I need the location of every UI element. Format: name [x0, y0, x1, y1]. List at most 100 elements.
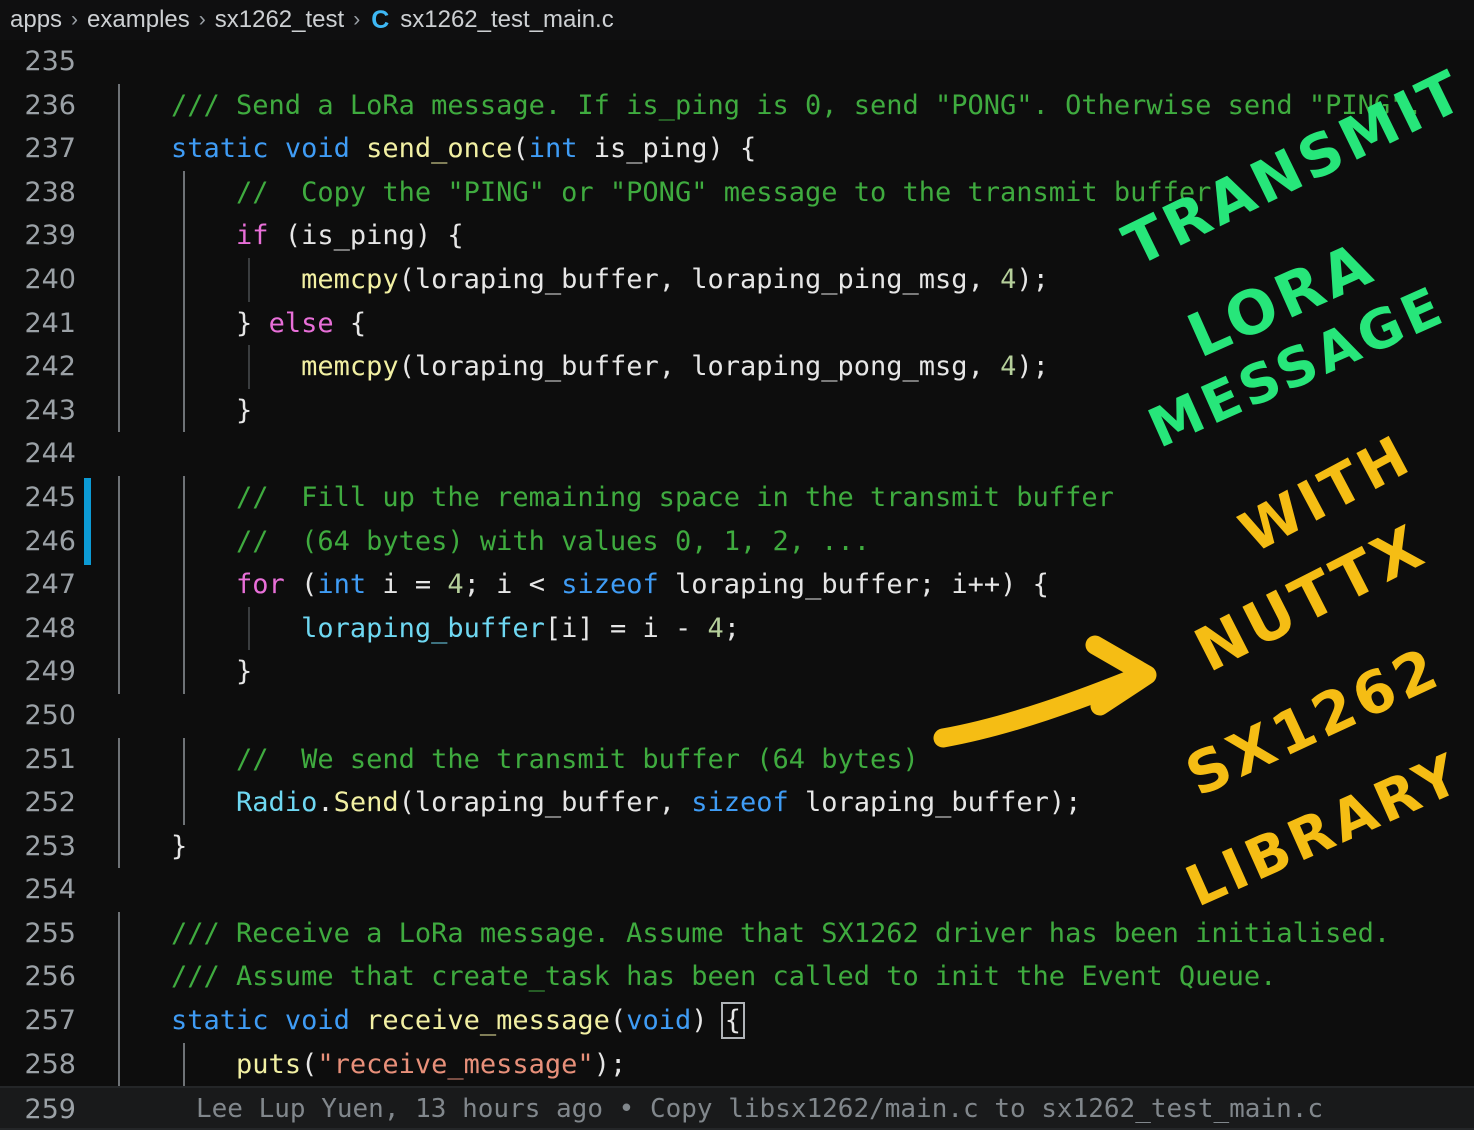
indent-guide	[183, 650, 185, 694]
indent-guide	[183, 520, 185, 564]
code-line[interactable]: 257 static void receive_message(void) {	[0, 999, 1474, 1043]
code-token: 4	[1000, 264, 1016, 295]
code-line[interactable]: 245 // Fill up the remaining space in th…	[0, 476, 1474, 520]
breadcrumb-item-sx1262_test[interactable]: sx1262_test	[215, 6, 344, 34]
breadcrumb-item-apps[interactable]: apps	[10, 6, 62, 34]
code-token: sizeof	[691, 787, 789, 818]
code-token: is_ping) {	[577, 133, 756, 164]
code-line[interactable]: 242 memcpy(loraping_buffer, loraping_pon…	[0, 345, 1474, 389]
code-line[interactable]: 254	[0, 868, 1474, 912]
line-number: 248	[0, 607, 76, 651]
code-line[interactable]: 250	[0, 694, 1474, 738]
code-line[interactable]: 259 Lee Lup Yuen, 13 hours ago • Copy lib…	[0, 1086, 1474, 1130]
code-text: }	[106, 389, 252, 433]
indent-guide	[118, 999, 120, 1043]
code-token: Send	[334, 787, 399, 818]
code-line[interactable]: 243 }	[0, 389, 1474, 433]
line-number: 242	[0, 345, 76, 389]
indent-guide	[183, 607, 185, 651]
code-token	[106, 613, 301, 644]
code-token: );	[1016, 264, 1049, 295]
indent-guide	[183, 1043, 185, 1087]
line-number: 236	[0, 84, 76, 128]
breadcrumb-separator-icon: ›	[199, 8, 206, 32]
indent-guide	[183, 563, 185, 607]
indent-guide	[118, 825, 120, 869]
code-text: /// Assume that create_task has been cal…	[106, 955, 1276, 999]
code-token: (	[285, 569, 318, 600]
line-number: 243	[0, 389, 76, 433]
code-line[interactable]: 256 /// Assume that create_task has been…	[0, 955, 1474, 999]
bracket-match-highlight: {	[724, 1005, 742, 1036]
code-line[interactable]: 249 }	[0, 650, 1474, 694]
code-text: for (int i = 4; i < sizeof loraping_buff…	[106, 563, 1049, 607]
code-token: puts	[236, 1049, 301, 1080]
c-file-icon: C	[371, 6, 389, 35]
code-token: )	[691, 1005, 724, 1036]
code-token: int	[529, 133, 578, 164]
indent-guide	[183, 389, 185, 433]
breadcrumb[interactable]: apps › examples › sx1262_test › C sx1262…	[0, 0, 1474, 40]
code-line[interactable]: 235	[0, 40, 1474, 84]
indent-guide	[183, 781, 185, 825]
line-number: 257	[0, 999, 76, 1043]
code-text: // Fill up the remaining space in the tr…	[106, 476, 1114, 520]
line-number: 253	[0, 825, 76, 869]
code-line[interactable]: 247 for (int i = 4; i < sizeof loraping_…	[0, 563, 1474, 607]
line-number: 255	[0, 912, 76, 956]
code-token: 4	[447, 569, 463, 600]
code-token: i =	[366, 569, 447, 600]
code-line[interactable]: 240 memcpy(loraping_buffer, loraping_pin…	[0, 258, 1474, 302]
indent-guide	[248, 345, 250, 389]
code-line[interactable]: 252 Radio.Send(loraping_buffer, sizeof l…	[0, 781, 1474, 825]
code-line[interactable]: 236 /// Send a LoRa message. If is_ping …	[0, 84, 1474, 128]
indent-guide	[118, 127, 120, 171]
code-editor[interactable]: 235236 /// Send a LoRa message. If is_pi…	[0, 40, 1474, 1130]
code-token: (	[512, 133, 528, 164]
code-line[interactable]: 253 }	[0, 825, 1474, 869]
indent-guide	[118, 956, 120, 1000]
code-line[interactable]: 258 puts("receive_message");	[0, 1043, 1474, 1087]
line-number: 254	[0, 868, 76, 912]
code-token	[106, 133, 171, 164]
code-line[interactable]: 251 // We send the transmit buffer (64 b…	[0, 738, 1474, 782]
code-text: /// Receive a LoRa message. Assume that …	[106, 912, 1390, 956]
code-line[interactable]: 238 // Copy the "PING" or "PONG" message…	[0, 171, 1474, 215]
code-line[interactable]: 237 static void send_once(int is_ping) {	[0, 127, 1474, 171]
code-text: loraping_buffer[i] = i - 4;	[106, 607, 740, 651]
code-line[interactable]: 248 loraping_buffer[i] = i - 4;	[0, 607, 1474, 651]
code-line[interactable]: 255 /// Receive a LoRa message. Assume t…	[0, 912, 1474, 956]
code-line[interactable]: 246 // (64 bytes) with values 0, 1, 2, .…	[0, 520, 1474, 564]
code-token: (loraping_buffer, loraping_pong_msg,	[399, 351, 1000, 382]
code-token: 4	[1000, 351, 1016, 382]
code-token	[106, 787, 236, 818]
code-line[interactable]: 244	[0, 432, 1474, 476]
line-number: 259	[0, 1088, 76, 1130]
code-token: {	[334, 308, 367, 339]
code-token: memcpy	[301, 264, 399, 295]
code-token	[106, 351, 301, 382]
indent-guide	[118, 520, 120, 564]
code-token: // (64 bytes) with values 0, 1, 2, ...	[106, 526, 870, 557]
breadcrumb-item-file[interactable]: sx1262_test_main.c	[400, 6, 613, 34]
editor-window: apps › examples › sx1262_test › C sx1262…	[0, 0, 1474, 1130]
line-number: 250	[0, 694, 76, 738]
line-number: 252	[0, 781, 76, 825]
git-change-indicator[interactable]	[84, 522, 91, 566]
code-line[interactable]: 241 } else {	[0, 302, 1474, 346]
code-token: loraping_buffer; i++) {	[659, 569, 1049, 600]
line-number: 244	[0, 432, 76, 476]
git-change-indicator[interactable]	[84, 478, 91, 522]
code-token: "receive_message"	[317, 1049, 593, 1080]
code-token: (loraping_buffer, loraping_ping_msg,	[399, 264, 1000, 295]
code-text: static void send_once(int is_ping) {	[106, 127, 756, 171]
code-line[interactable]: 239 if (is_ping) {	[0, 214, 1474, 258]
breadcrumb-item-examples[interactable]: examples	[87, 6, 190, 34]
code-token	[106, 1005, 171, 1036]
line-number: 256	[0, 955, 76, 999]
line-number: 245	[0, 476, 76, 520]
git-blame-annotation[interactable]: Lee Lup Yuen, 13 hours ago • Copy libsx1…	[196, 1088, 1323, 1130]
code-lines: 235236 /// Send a LoRa message. If is_pi…	[0, 40, 1474, 1130]
line-number: 247	[0, 563, 76, 607]
indent-guide	[118, 302, 120, 346]
